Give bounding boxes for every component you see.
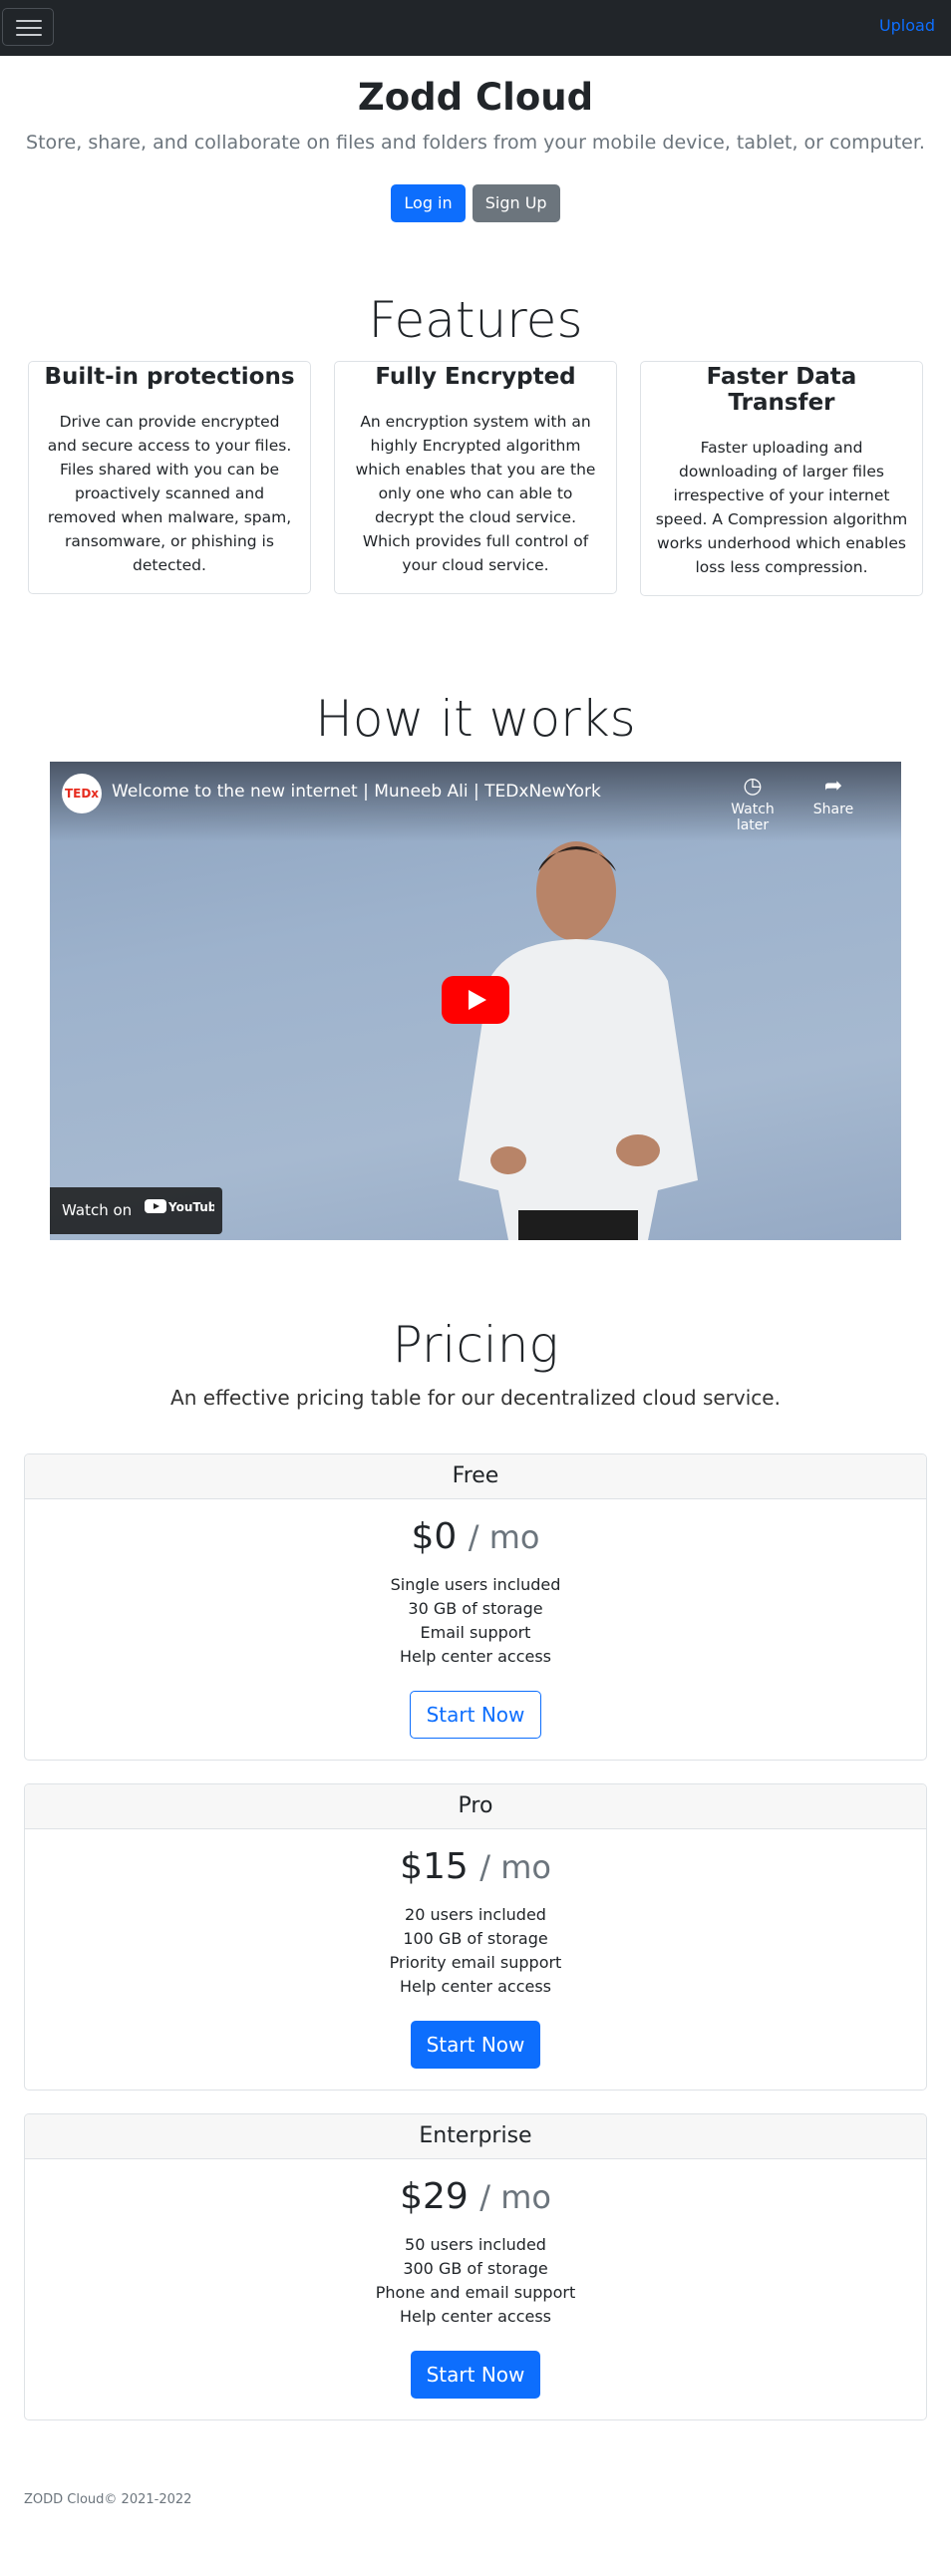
- start-now-button[interactable]: Start Now: [410, 2351, 541, 2399]
- plan-feature: Priority email support: [389, 1953, 562, 1972]
- site-subtitle: Store, share, and collaborate on files a…: [26, 132, 925, 154]
- signup-button[interactable]: Sign Up: [472, 184, 560, 222]
- plan-name: Free: [25, 1454, 926, 1499]
- feature-card: Built-in protections Drive can provide e…: [28, 361, 311, 594]
- start-now-button[interactable]: Start Now: [410, 2021, 541, 2069]
- feature-text: Drive can provide encrypted and secure a…: [47, 413, 292, 574]
- video-title[interactable]: Welcome to the new internet | Muneeb Ali…: [112, 782, 601, 802]
- youtube-logo-icon: YouTube: [144, 1187, 224, 1234]
- share-label: Share: [812, 802, 854, 817]
- price-amount: $0: [411, 1516, 458, 1557]
- feature-text: An encryption system with an highly Encr…: [355, 413, 596, 574]
- price-amount: $15: [400, 1846, 469, 1887]
- video-embed[interactable]: TEDx Welcome to the new internet | Munee…: [50, 762, 901, 1240]
- price-period: / mo: [468, 1518, 540, 1556]
- pricing-subtitle: An effective pricing table for our decen…: [170, 1386, 781, 1410]
- plan-feature: Help center access: [399, 1647, 552, 1666]
- plan-name: Pro: [25, 1784, 926, 1829]
- price-amount: $29: [400, 2176, 469, 2217]
- plan-features: 50 users included 300 GB of storage Phon…: [25, 2233, 926, 2329]
- footer-copyright: ZODD Cloud© 2021-2022: [24, 2492, 192, 2507]
- feature-title: Faster Data Transfer: [706, 364, 857, 416]
- plan-price: $0 / mo: [25, 1515, 926, 1559]
- share-icon: ➦: [823, 774, 843, 799]
- plan-feature: 300 GB of storage: [403, 2259, 548, 2278]
- login-button[interactable]: Log in: [391, 184, 466, 222]
- features-title: Features: [368, 291, 583, 349]
- speaker-image: [459, 841, 698, 1240]
- watch-later-label: Watch later: [731, 802, 775, 833]
- feature-text: Faster uploading and downloading of larg…: [655, 439, 908, 576]
- how-it-works-title: How it works: [315, 690, 636, 748]
- plan-features: 20 users included 100 GB of storage Prio…: [25, 1903, 926, 1999]
- watch-later-button[interactable]: ◷ Watch later: [718, 774, 788, 833]
- pricing-card-free: Free $0 / mo Single users included 30 GB…: [24, 1453, 927, 1761]
- plan-feature: Help center access: [399, 2307, 552, 2326]
- plan-feature: 30 GB of storage: [408, 1599, 543, 1618]
- plan-feature: Help center access: [399, 1977, 552, 1996]
- plan-feature: Single users included: [390, 1575, 561, 1594]
- site-title: Zodd Cloud: [357, 76, 594, 119]
- plan-feature: Email support: [420, 1623, 531, 1642]
- plan-feature: 100 GB of storage: [403, 1929, 548, 1948]
- plan-feature: 50 users included: [405, 2235, 546, 2254]
- plan-price: $15 / mo: [25, 1845, 926, 1889]
- price-period: / mo: [479, 1848, 551, 1886]
- share-button[interactable]: ➦ Share: [798, 774, 868, 817]
- plan-feature: 20 users included: [405, 1905, 546, 1924]
- feature-card: Fully Encrypted An encryption system wit…: [334, 361, 617, 594]
- feature-card: Faster Data Transfer Faster uploading an…: [640, 361, 923, 596]
- pricing-title: Pricing: [392, 1316, 559, 1374]
- price-period: / mo: [479, 2178, 551, 2216]
- pricing-card-pro: Pro $15 / mo 20 users included 100 GB of…: [24, 1783, 927, 2091]
- watch-on-youtube-button[interactable]: Watch on YouTube: [50, 1187, 224, 1234]
- watch-on-label: Watch on: [62, 1201, 133, 1219]
- feature-title: Built-in protections: [44, 364, 295, 390]
- start-now-button[interactable]: Start Now: [409, 1691, 542, 1739]
- clock-icon: ◷: [743, 774, 763, 799]
- feature-title: Fully Encrypted: [375, 364, 576, 390]
- hero-buttons: Log in Sign Up: [0, 184, 951, 222]
- plan-feature: Phone and email support: [375, 2283, 576, 2302]
- plan-features: Single users included 30 GB of storage E…: [25, 1573, 926, 1669]
- plan-price: $29 / mo: [25, 2175, 926, 2219]
- tedx-logo[interactable]: TEDx: [62, 774, 102, 813]
- upload-link[interactable]: Upload: [879, 16, 935, 35]
- play-icon[interactable]: [442, 976, 509, 1024]
- plan-name: Enterprise: [25, 2114, 926, 2159]
- youtube-wordmark: YouTube: [167, 1200, 214, 1214]
- navbar: Upload: [0, 0, 951, 56]
- pricing-card-enterprise: Enterprise $29 / mo 50 users included 30…: [24, 2113, 927, 2420]
- hamburger-icon[interactable]: [2, 8, 54, 46]
